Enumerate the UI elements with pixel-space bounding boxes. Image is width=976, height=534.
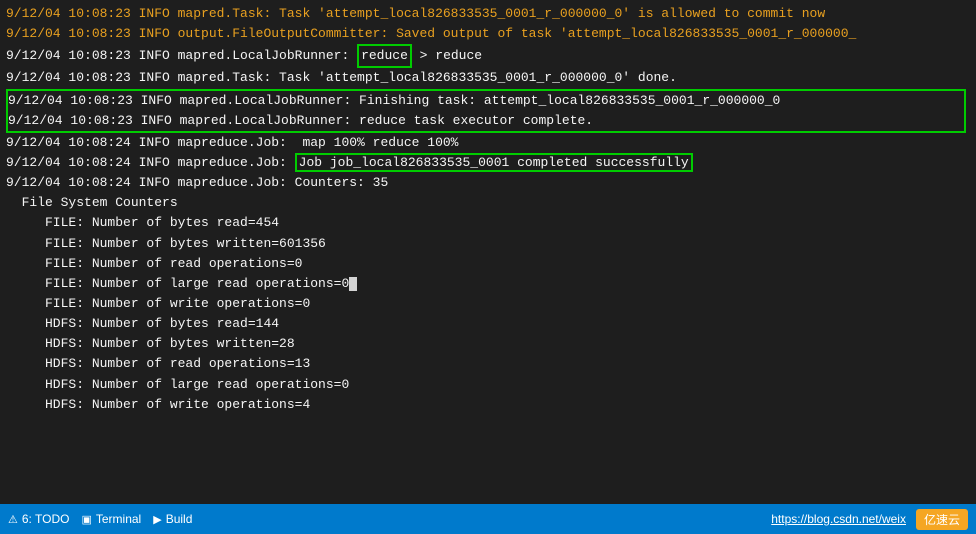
warning-icon: ⚠ [8, 513, 18, 526]
green-box-block: 9/12/04 10:08:23 INFO mapred.LocalJobRun… [6, 89, 966, 133]
log-line: 9/12/04 10:08:23 INFO mapred.LocalJobRun… [8, 91, 964, 111]
log-line: FILE: Number of bytes written=601356 [6, 234, 970, 254]
text-cursor [349, 277, 357, 291]
log-line: FILE: Number of write operations=0 [6, 294, 970, 314]
success-highlight: Job job_local826833535_0001 completed su… [295, 153, 693, 172]
log-line: HDFS: Number of large read operations=0 [6, 375, 970, 395]
todo-label: 6: TODO [22, 512, 70, 526]
blog-link[interactable]: https://blog.csdn.net/weix [771, 512, 906, 526]
status-terminal[interactable]: ▣ Terminal [81, 512, 141, 526]
log-line: 9/12/04 10:08:23 INFO mapred.LocalJobRun… [6, 44, 970, 68]
log-line: 9/12/04 10:08:23 INFO mapred.Task: Task … [6, 68, 970, 88]
log-line: 9/12/04 10:08:23 INFO output.FileOutputC… [6, 24, 970, 44]
terminal-label: Terminal [96, 512, 141, 526]
status-right-section: https://blog.csdn.net/weix 亿速云 [771, 509, 968, 530]
log-line: 9/12/04 10:08:24 INFO mapreduce.Job: Job… [6, 153, 970, 173]
build-label: Build [166, 512, 193, 526]
build-icon: ▶ [153, 513, 161, 526]
log-line: 9/12/04 10:08:23 INFO mapred.LocalJobRun… [8, 111, 964, 131]
terminal-icon: ▣ [81, 513, 91, 526]
status-todo[interactable]: ⚠ 6: TODO [8, 512, 69, 526]
log-line: 9/12/04 10:08:24 INFO mapreduce.Job: Cou… [6, 173, 970, 193]
brand-badge[interactable]: 亿速云 [916, 509, 968, 530]
log-line: FILE: Number of bytes read=454 [6, 213, 970, 233]
log-line: 9/12/04 10:08:23 INFO mapred.Task: Task … [6, 4, 970, 24]
status-bar: ⚠ 6: TODO ▣ Terminal ▶ Build https://blo… [0, 504, 976, 534]
log-line: FILE: Number of read operations=0 [6, 254, 970, 274]
log-line: HDFS: Number of write operations=4 [6, 395, 970, 415]
log-line: 9/12/04 10:08:24 INFO mapreduce.Job: map… [6, 133, 970, 153]
log-line: HDFS: Number of bytes written=28 [6, 334, 970, 354]
log-line: FILE: Number of large read operations=0 [6, 274, 970, 294]
log-line: HDFS: Number of bytes read=144 [6, 314, 970, 334]
terminal-output: 9/12/04 10:08:23 INFO mapred.Task: Task … [0, 0, 976, 504]
reduce-highlight: reduce [357, 44, 412, 68]
log-line: File System Counters [6, 193, 970, 213]
log-line: HDFS: Number of read operations=13 [6, 354, 970, 374]
status-build[interactable]: ▶ Build [153, 512, 192, 526]
